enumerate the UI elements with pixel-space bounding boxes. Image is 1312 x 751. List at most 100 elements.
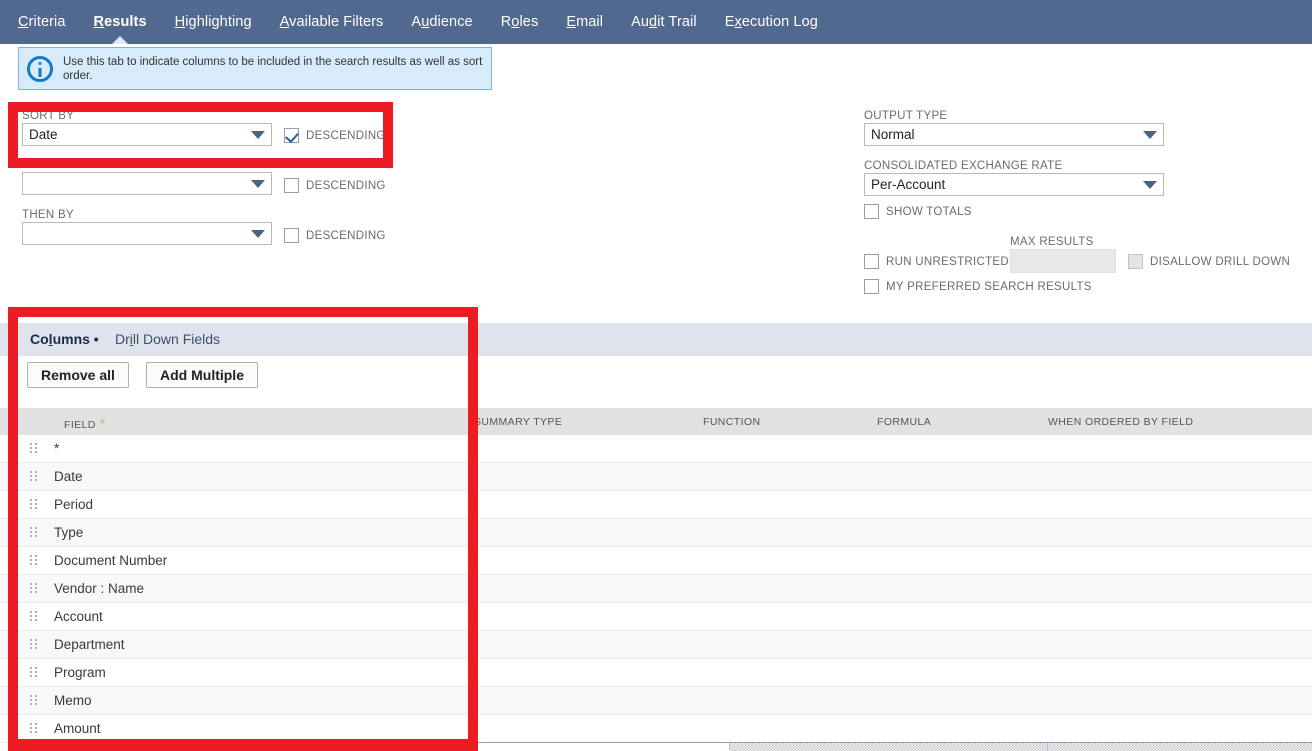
table-row[interactable]: Amount [0,715,1312,743]
sort-by-label: SORT BY [22,110,75,122]
then-by-1-descending-label: DESCENDING [306,179,386,192]
subtab-drill-down-fields[interactable]: Drill Down Fields [115,331,220,347]
table-row[interactable]: Date [0,463,1312,491]
then-by-2-descending-label: DESCENDING [306,229,386,242]
my-preferred-search-results[interactable]: MY PREFERRED SEARCH RESULTS [864,279,1092,294]
row-field-value: Vendor : Name [54,581,145,596]
output-type-select[interactable]: Normal [864,123,1164,146]
grid-rows: * Date Period Type Document Number Vendo… [0,435,1312,743]
row-field-value: Type [54,525,84,540]
sort-by-descending-checkbox[interactable] [284,128,299,143]
show-totals-checkbox[interactable] [864,204,879,219]
column-header-formula: FORMULA [877,416,932,428]
disallow-drill-down-checkbox[interactable] [1128,254,1143,269]
remove-all-button[interactable]: Remove all [27,362,129,388]
consolidated-exchange-rate-select[interactable]: Per-Account [864,173,1164,196]
sort-by-value: Date [29,127,58,142]
then-by-2-descending[interactable]: DESCENDING [284,228,386,243]
info-banner-text: Use this tab to indicate columns to be i… [63,55,483,82]
run-unrestricted[interactable]: RUN UNRESTRICTED [864,254,1009,269]
then-by-2-select[interactable] [22,222,272,245]
show-totals-label: SHOW TOTALS [886,205,972,218]
subtab-columns[interactable]: Columns • [30,331,99,347]
sub-tab-strip: Columns • Drill Down Fields [0,323,1312,365]
then-by-2-label: THEN BY [22,209,74,221]
table-row[interactable]: Program [0,659,1312,687]
footer-cell [420,743,730,751]
output-type-value: Normal [871,127,915,142]
max-results-input[interactable] [1010,249,1116,273]
row-field-value: Department [54,637,125,652]
row-field-value: Document Number [54,553,168,568]
then-by-1-descending[interactable]: DESCENDING [284,178,386,193]
tab-results[interactable]: Results [94,14,147,44]
row-field-value: Program [54,665,106,680]
table-row[interactable]: * [0,435,1312,463]
info-icon [27,55,53,82]
subtab-columns-bullet: • [93,331,99,347]
disallow-drill-down-label: DISALLOW DRILL DOWN [1150,255,1291,268]
consolidated-exchange-rate-value: Per-Account [871,177,946,192]
drag-handle-icon[interactable] [30,499,40,510]
main-tab-bar: Criteria Results Highlighting Available … [0,0,1312,44]
row-field-value: Amount [54,721,101,736]
drag-handle-icon[interactable] [30,527,40,538]
drag-handle-icon[interactable] [30,611,40,622]
row-field-value: Date [54,469,83,484]
required-asterisk-icon: * [95,416,106,431]
drag-handle-icon[interactable] [30,695,40,706]
tab-audit-trail[interactable]: Audit Trail [631,14,697,30]
column-header-field: FIELD * [64,416,106,431]
my-preferred-search-results-checkbox[interactable] [864,279,879,294]
sort-by-select[interactable]: Date [22,123,272,146]
drag-handle-icon[interactable] [30,555,40,566]
drag-handle-icon[interactable] [30,471,40,482]
then-by-1-label: THEN BY [22,159,74,171]
then-by-2-descending-checkbox[interactable] [284,228,299,243]
tab-highlighting[interactable]: Highlighting [175,14,252,30]
results-tab-page: Criteria Results Highlighting Available … [0,0,1312,751]
sort-by-descending-label: DESCENDING [306,129,386,142]
tab-criteria[interactable]: Criteria [18,14,66,30]
drag-handle-icon[interactable] [30,583,40,594]
chevron-down-icon [1143,180,1157,189]
column-header-summary-type: SUMMARY TYPE [474,416,563,428]
tab-roles[interactable]: Roles [501,14,539,30]
footer-hatched-cell [730,743,1048,751]
disallow-drill-down[interactable]: DISALLOW DRILL DOWN [1128,254,1290,269]
drag-handle-icon[interactable] [30,443,40,454]
grid-header-row: FIELD * SUMMARY TYPE FUNCTION FORMULA WH… [0,408,1312,435]
tab-email[interactable]: Email [566,14,603,30]
run-unrestricted-checkbox[interactable] [864,254,879,269]
table-row[interactable]: Period [0,491,1312,519]
row-field-value: Account [54,609,103,624]
chevron-down-icon [251,130,265,139]
footer-cell [20,743,420,751]
then-by-1-descending-checkbox[interactable] [284,178,299,193]
table-row[interactable]: Type [0,519,1312,547]
sort-by-descending[interactable]: DESCENDING [284,128,386,143]
table-row[interactable]: Department [0,631,1312,659]
table-row[interactable]: Account [0,603,1312,631]
run-unrestricted-label: RUN UNRESTRICTED [886,255,1009,268]
consolidated-exchange-rate-label: CONSOLIDATED EXCHANGE RATE [864,160,1063,172]
row-field-value: Period [54,497,94,512]
drag-handle-icon[interactable] [30,723,40,734]
info-banner: Use this tab to indicate columns to be i… [18,47,492,90]
tab-audience[interactable]: Audience [411,14,472,30]
drag-handle-icon[interactable] [30,667,40,678]
table-row[interactable]: Document Number [0,547,1312,575]
tab-execution-log[interactable]: Execution Log [725,14,818,30]
tab-available-filters[interactable]: Available Filters [280,14,384,30]
show-totals[interactable]: SHOW TOTALS [864,204,972,219]
table-row[interactable]: Vendor : Name [0,575,1312,603]
drag-handle-icon[interactable] [30,639,40,650]
row-field-value: Memo [54,693,92,708]
chevron-down-icon [251,179,265,188]
output-type-label: OUTPUT TYPE [864,110,948,122]
table-row[interactable]: Memo [0,687,1312,715]
column-header-function: FUNCTION [703,416,761,428]
then-by-1-select[interactable] [22,172,272,195]
add-multiple-button[interactable]: Add Multiple [146,362,258,388]
max-results-label: MAX RESULTS [1010,236,1094,248]
